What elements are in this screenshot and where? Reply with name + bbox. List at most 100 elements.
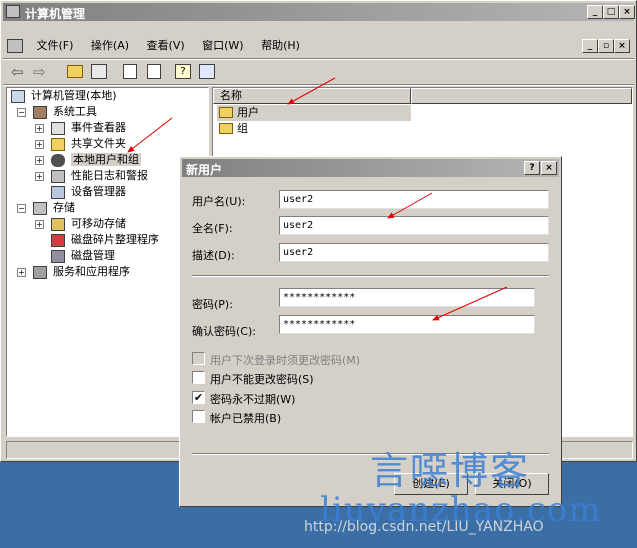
never-expires-label: 密码永不过期(W) [210,393,296,406]
expand-icon[interactable]: + [17,268,26,277]
cannot-change-label: 用户不能更改密码(S) [210,373,314,386]
close-button[interactable]: × [619,5,635,19]
tree-storage[interactable]: − 存储 [17,200,75,216]
username-label: 用户名(U): [192,195,246,208]
tree-local-users[interactable]: + 本地用户和组 [35,152,141,168]
show-tree-icon[interactable] [91,64,107,79]
account-disabled-checkbox[interactable] [192,410,205,423]
change-next-login-label: 用户下次登录时须更改密码(M) [210,354,361,367]
expand-icon[interactable]: + [35,140,44,149]
folder-icon [219,107,233,118]
title-bar: 计算机管理 _ □ × [3,3,635,21]
dialog-help-button[interactable]: ? [524,161,540,175]
disk-management-icon [51,250,65,263]
toolbar-divider [3,84,634,86]
perf-logs-icon [51,170,65,183]
help-icon[interactable]: ? [175,64,191,79]
menu-help[interactable]: 帮助(H) [261,37,300,55]
tree-local-users-label: 本地用户和组 [71,153,141,166]
tree-shared-folders[interactable]: + 共享文件夹 [35,136,126,152]
expand-icon[interactable]: + [35,156,44,165]
tree-defrag-label: 磁盘碎片整理程序 [71,233,159,246]
tree-perf-logs-label: 性能日志和警报 [71,169,148,182]
change-next-login-checkbox[interactable] [192,352,205,365]
menu-action[interactable]: 操作(A) [91,37,129,55]
dialog-title: 新用户 [186,163,223,177]
event-viewer-icon [51,122,65,135]
folder-icon [219,123,233,134]
description-field[interactable]: user2 [279,243,549,262]
tree-device-manager-label: 设备管理器 [71,185,126,198]
list-item-label: 组 [237,122,248,135]
confirm-password-label: 确认密码(C): [192,325,256,338]
expand-icon[interactable]: + [35,220,44,229]
up-folder-icon[interactable] [67,65,83,78]
back-arrow-icon[interactable]: ⇦ [11,63,24,81]
tree-device-manager[interactable]: 设备管理器 [35,184,126,200]
refresh-icon[interactable] [123,64,137,79]
never-expires-checkbox[interactable]: ✔ [192,391,205,404]
description-label: 描述(D): [192,249,235,262]
collapse-icon[interactable]: − [17,204,26,213]
account-disabled-label: 帐户已禁用(B) [210,412,282,425]
list-item[interactable]: 用户 [217,105,411,121]
minimize-button[interactable]: _ [587,5,603,19]
menu-bar: 文件(F) 操作(A) 查看(V) 窗口(W) 帮助(H) [7,37,314,55]
window-title: 计算机管理 [25,7,86,21]
defrag-icon [51,234,65,247]
tree-root-label: 计算机管理(本地) [31,89,117,102]
watermark-url: http://blog.csdn.net/LIU_YANZHAO [304,519,544,535]
device-manager-icon [51,186,65,199]
section-divider [192,275,549,277]
expand-icon[interactable]: + [35,172,44,181]
column-header-name[interactable]: 名称 [213,88,411,104]
watermark-title: 言噁博客 [370,449,531,493]
password-label: 密码(P): [192,298,233,311]
collapse-icon[interactable]: − [17,108,26,117]
computer-icon [11,90,25,103]
tools-icon [33,106,47,119]
username-field[interactable]: user2 [279,190,549,209]
forward-arrow-icon[interactable]: ⇨ [33,63,46,81]
confirm-password-field[interactable]: ************ [279,315,535,334]
column-header-label: 名称 [220,89,242,102]
removable-storage-icon [51,218,65,231]
tree-removable[interactable]: + 可移动存储 [35,216,126,232]
tree-services[interactable]: + 服务和应用程序 [17,264,130,280]
folder-icon [51,138,65,151]
tree-shared-folders-label: 共享文件夹 [71,137,126,150]
child-minimize-button[interactable]: _ [582,39,598,53]
storage-icon [33,202,47,215]
child-close-button[interactable]: × [614,39,630,53]
properties-icon[interactable] [199,64,215,79]
dialog-close-button[interactable]: × [541,161,557,175]
menu-window[interactable]: 窗口(W) [202,37,243,55]
tree-storage-label: 存储 [53,201,75,214]
toolbar: ⇦ ⇨ ? [7,61,627,83]
menu-file[interactable]: 文件(F) [37,37,74,55]
cannot-change-checkbox[interactable] [192,371,205,384]
tree-event-viewer-label: 事件查看器 [71,121,126,134]
tree-root[interactable]: 计算机管理(本地) [11,88,117,104]
tree-system-tools[interactable]: − 系统工具 [17,104,97,120]
password-field[interactable]: ************ [279,288,535,307]
tree-system-tools-label: 系统工具 [53,105,97,118]
list-item[interactable]: 组 [217,121,411,137]
tree-services-label: 服务和应用程序 [53,265,130,278]
maximize-button[interactable]: □ [603,5,619,19]
fullname-field[interactable]: user2 [279,216,549,235]
tree-disk-mgmt-label: 磁盘管理 [71,249,115,262]
app-icon [6,5,20,18]
tree-event-viewer[interactable]: + 事件查看器 [35,120,126,136]
tree-perf-logs[interactable]: + 性能日志和警报 [35,168,148,184]
child-restore-button[interactable]: ▫ [598,39,614,53]
expand-icon[interactable]: + [35,124,44,133]
menu-divider [3,58,634,60]
services-icon [33,266,47,279]
tree-disk-mgmt[interactable]: 磁盘管理 [35,248,115,264]
fullname-label: 全名(F): [192,222,233,235]
column-header-blank[interactable] [411,88,632,104]
tree-defrag[interactable]: 磁盘碎片整理程序 [35,232,159,248]
export-list-icon[interactable] [147,64,161,79]
menu-view[interactable]: 查看(V) [147,37,185,55]
